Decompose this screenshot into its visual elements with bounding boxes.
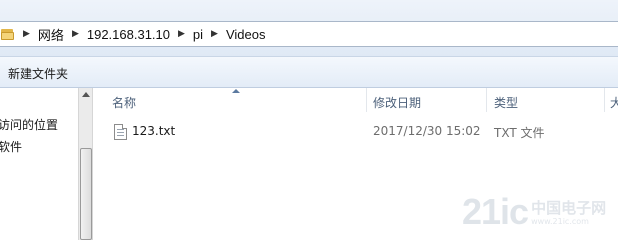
watermark-cn-text: 中国电子网 [531,199,607,217]
command-toolbar: 新建文件夹 [0,56,618,88]
nav-scrollbar[interactable] [78,88,93,240]
navigation-pane: 访问的位置 软件 [0,88,78,240]
chevron-right-icon[interactable]: ▶ [72,29,79,39]
chevron-right-icon[interactable]: ▶ [178,29,185,39]
nav-item-software[interactable]: 软件 [0,138,22,155]
chevron-right-icon[interactable]: ▶ [211,29,218,39]
breadcrumb-pi[interactable]: pi [193,27,203,42]
column-header-size[interactable]: 大 [610,94,618,111]
column-header-name[interactable]: 名称 [112,94,136,111]
text-file-icon [114,124,127,140]
scroll-up-icon[interactable] [82,92,90,97]
scroll-thumb[interactable] [80,148,92,240]
watermark-url: www.21ic.com [531,217,589,226]
column-header-modified[interactable]: 修改日期 [373,94,421,111]
column-divider[interactable] [366,88,367,112]
watermark-brand: 21ic [462,191,529,232]
nav-item-recent-places[interactable]: 访问的位置 [0,116,58,133]
column-header-type[interactable]: 类型 [494,94,518,111]
file-name[interactable]: 123.txt [132,124,175,138]
address-bar-area: ▶ 网络 ▶ 192.168.31.10 ▶ pi ▶ Videos [0,0,618,56]
watermark-logo: 21ic 中国电子网 www.21ic.com [462,194,606,230]
breadcrumb-videos[interactable]: Videos [226,27,266,42]
new-folder-button[interactable]: 新建文件夹 [8,65,68,82]
breadcrumb-network[interactable]: 网络 [38,25,64,44]
breadcrumb-host[interactable]: 192.168.31.10 [87,27,170,42]
address-bar[interactable]: ▶ 网络 ▶ 192.168.31.10 ▶ pi ▶ Videos [0,21,618,47]
file-type: TXT 文件 [494,126,545,140]
sort-ascending-icon [232,89,240,93]
folder-icon [1,27,15,41]
column-divider[interactable] [604,88,605,112]
column-divider[interactable] [486,88,487,112]
chevron-right-icon[interactable]: ▶ [23,29,30,39]
file-modified-date: 2017/12/30 15:02 [373,124,481,138]
file-row[interactable]: 123.txt 2017/12/30 15:02 TXT 文件 [94,122,618,142]
